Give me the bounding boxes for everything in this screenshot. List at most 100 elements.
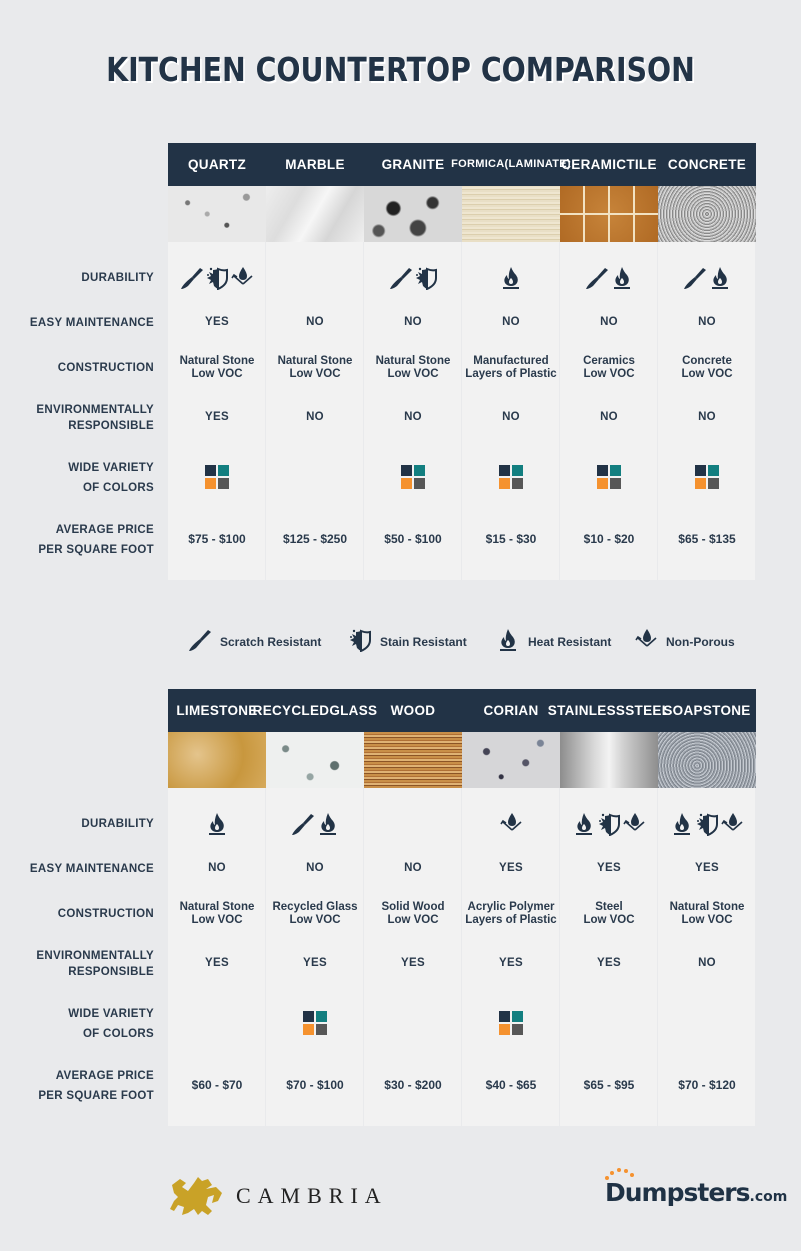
row-label-line: PER SQUARE FOOT [38, 1090, 154, 1102]
material-name: QUARTZ [187, 157, 247, 172]
cambria-wordmark: CAMBRIA [236, 1183, 388, 1208]
environmentally-responsible-value: YES [303, 957, 327, 969]
construction-line-1: Steel [595, 901, 623, 913]
easy-maintenance-value: NO [208, 862, 226, 874]
construction-line-1: Manufactured [473, 355, 549, 367]
durability-icons [168, 264, 266, 292]
durability-icons [364, 810, 462, 838]
material-swatch-image [364, 732, 462, 788]
material-header: STAINLESS STEEL [548, 689, 670, 732]
color-palette-icon [597, 465, 621, 489]
material-header: RECYCLED GLASS [253, 689, 377, 732]
construction-line-1: Acrylic Polymer [467, 901, 555, 913]
color-palette-icon [499, 1011, 523, 1035]
durability-icons [364, 264, 462, 292]
durability-icons [266, 264, 364, 292]
material-swatch-image [462, 186, 560, 242]
dumpsters-suffix: .com [749, 1189, 788, 1205]
knife-icon [683, 266, 707, 290]
legend-heat: Heat Resistant [496, 628, 611, 655]
row-label-line: OF COLORS [82, 482, 154, 494]
construction-line-1: Natural Stone [179, 901, 255, 913]
row-label-line: DURABILITY [81, 818, 154, 830]
material-swatch-image [560, 732, 658, 788]
material-header: FORMICA (LAMINATE) [451, 143, 570, 186]
average-price-value: $70 - $100 [286, 1078, 344, 1092]
environmentally-responsible-value: YES [401, 957, 425, 969]
material-swatch-image [266, 732, 364, 788]
material-name-line-2: TILE [626, 157, 657, 172]
row-label-line: AVERAGE PRICE [55, 1070, 154, 1082]
easy-maintenance-value: NO [306, 862, 324, 874]
material-swatch-image [168, 186, 266, 242]
material-header: CORIAN [462, 689, 560, 732]
material-name: MARBLE [285, 157, 345, 172]
durability-icons [266, 810, 364, 838]
sun-dots-icon [605, 1168, 634, 1180]
flame-icon [708, 266, 732, 290]
environmentally-responsible-value: NO [404, 411, 422, 423]
material-name: FORMICA [451, 158, 505, 170]
construction-line-2: Low VOC [387, 368, 439, 380]
material-name: WOOD [390, 703, 436, 718]
material-name: STAINLESS [547, 703, 626, 718]
construction-line-2: Low VOC [387, 914, 439, 926]
dumpsters-main: Dumpsters [605, 1178, 750, 1207]
row-label-construction: CONSTRUCTION [0, 360, 154, 376]
durability-icons [658, 810, 756, 838]
average-price-value: $125 - $250 [282, 532, 348, 546]
construction-value: Concrete Low VOC [658, 355, 756, 381]
material-header: QUARTZ [168, 143, 266, 186]
legend-label: Stain Resistant [380, 634, 467, 649]
row-label-average-price: AVERAGE PRICE PER SQUARE FOOT [0, 1066, 154, 1106]
row-label-wide-variety-of-colors: WIDE VARIETY OF COLORS [0, 458, 154, 498]
legend-nonporous: Non-Porous [634, 628, 735, 655]
construction-line-2: Low VOC [289, 368, 341, 380]
row-label-construction: CONSTRUCTION [0, 906, 154, 922]
material-header: LIMESTONE [168, 689, 266, 732]
construction-value: Natural Stone Low VOC [658, 901, 756, 927]
construction-line-2: Low VOC [289, 914, 341, 926]
construction-line-2: Low VOC [681, 914, 733, 926]
easy-maintenance-value: NO [306, 316, 324, 328]
easy-maintenance-value: YES [695, 862, 719, 874]
average-price-value: $70 - $120 [678, 1078, 736, 1092]
easy-maintenance-value: NO [404, 862, 422, 874]
durability-icons [658, 264, 756, 292]
environmentally-responsible-value: NO [502, 411, 520, 423]
legend: Scratch Resistant Stain Resistant Heat R… [0, 628, 801, 655]
average-price-value: $75 - $100 [188, 532, 246, 546]
knife-icon [389, 266, 413, 290]
legend-label: Scratch Resistant [220, 634, 322, 649]
material-name: RECYCLED [252, 703, 330, 718]
material-swatch-image [364, 186, 462, 242]
construction-line-1: Natural Stone [375, 355, 451, 367]
flame-icon [205, 812, 229, 836]
construction-value: Natural Stone Low VOC [168, 355, 266, 381]
average-price-value: $15 - $30 [485, 532, 537, 546]
material-name: SOAPSTONE [663, 703, 751, 718]
material-swatch-image [658, 732, 756, 788]
construction-line-2: Low VOC [681, 368, 733, 380]
dumpsters-wordmark: Dumpsters.com [605, 1178, 787, 1207]
knife-icon [188, 628, 212, 655]
average-price-value: $65 - $95 [583, 1078, 635, 1092]
knife-icon [585, 266, 609, 290]
water-drop-icon [634, 628, 658, 655]
environmentally-responsible-value: YES [499, 957, 523, 969]
knife-icon [180, 266, 204, 290]
construction-value: Recycled Glass Low VOC [266, 901, 364, 927]
cambria-logo: CAMBRIA [168, 1175, 388, 1217]
row-label-durability: DURABILITY [0, 270, 154, 286]
average-price-value: $40 - $65 [485, 1078, 537, 1092]
average-price-value: $30 - $200 [384, 1078, 442, 1092]
stain-shield-icon [414, 266, 438, 290]
water-drop-icon [230, 266, 254, 290]
construction-line-2: Low VOC [191, 914, 243, 926]
construction-line-2: Low VOC [191, 368, 243, 380]
row-label-wide-variety-of-colors: WIDE VARIETY OF COLORS [0, 1004, 154, 1044]
row-label-line: DURABILITY [81, 272, 154, 284]
color-palette-icon [303, 1011, 327, 1035]
material-swatch-image [266, 186, 364, 242]
stain-shield-icon [597, 812, 621, 836]
